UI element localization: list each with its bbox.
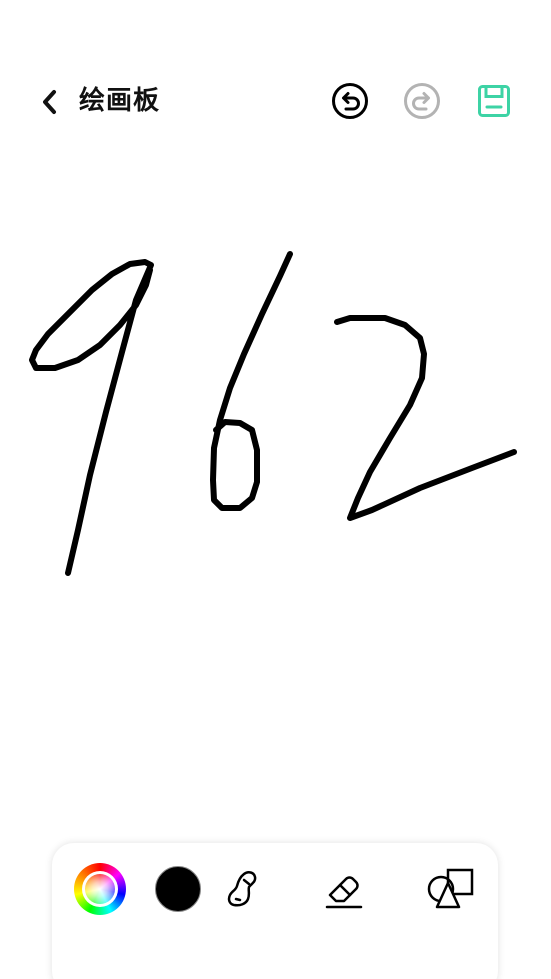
shapes-icon xyxy=(427,868,474,909)
drawing-canvas[interactable] xyxy=(0,140,551,830)
color-picker-button[interactable] xyxy=(72,861,128,917)
current-color-button[interactable] xyxy=(150,861,206,917)
drawing-toolbar xyxy=(52,843,498,979)
eraser-icon xyxy=(325,876,363,909)
chevron-left-icon xyxy=(43,90,56,114)
redo-button[interactable] xyxy=(401,80,443,122)
drawing-board-app: 绘画板 xyxy=(0,0,551,979)
color-swatch xyxy=(155,866,201,912)
brush-icon xyxy=(227,871,257,907)
brush-button[interactable] xyxy=(214,861,270,917)
shapes-button[interactable] xyxy=(422,861,478,917)
save-button[interactable] xyxy=(473,80,515,122)
eraser-button[interactable] xyxy=(316,861,372,917)
drawn-stroke xyxy=(29,259,154,576)
back-button[interactable] xyxy=(32,84,68,120)
redo-icon xyxy=(404,83,440,119)
color-wheel-icon xyxy=(74,863,126,915)
undo-icon xyxy=(332,83,368,119)
save-icon xyxy=(478,85,510,117)
header-bar: 绘画板 xyxy=(0,70,551,132)
drawn-stroke xyxy=(334,315,517,521)
drawn-stroke xyxy=(210,251,293,511)
undo-button[interactable] xyxy=(329,80,371,122)
page-title: 绘画板 xyxy=(79,86,161,116)
